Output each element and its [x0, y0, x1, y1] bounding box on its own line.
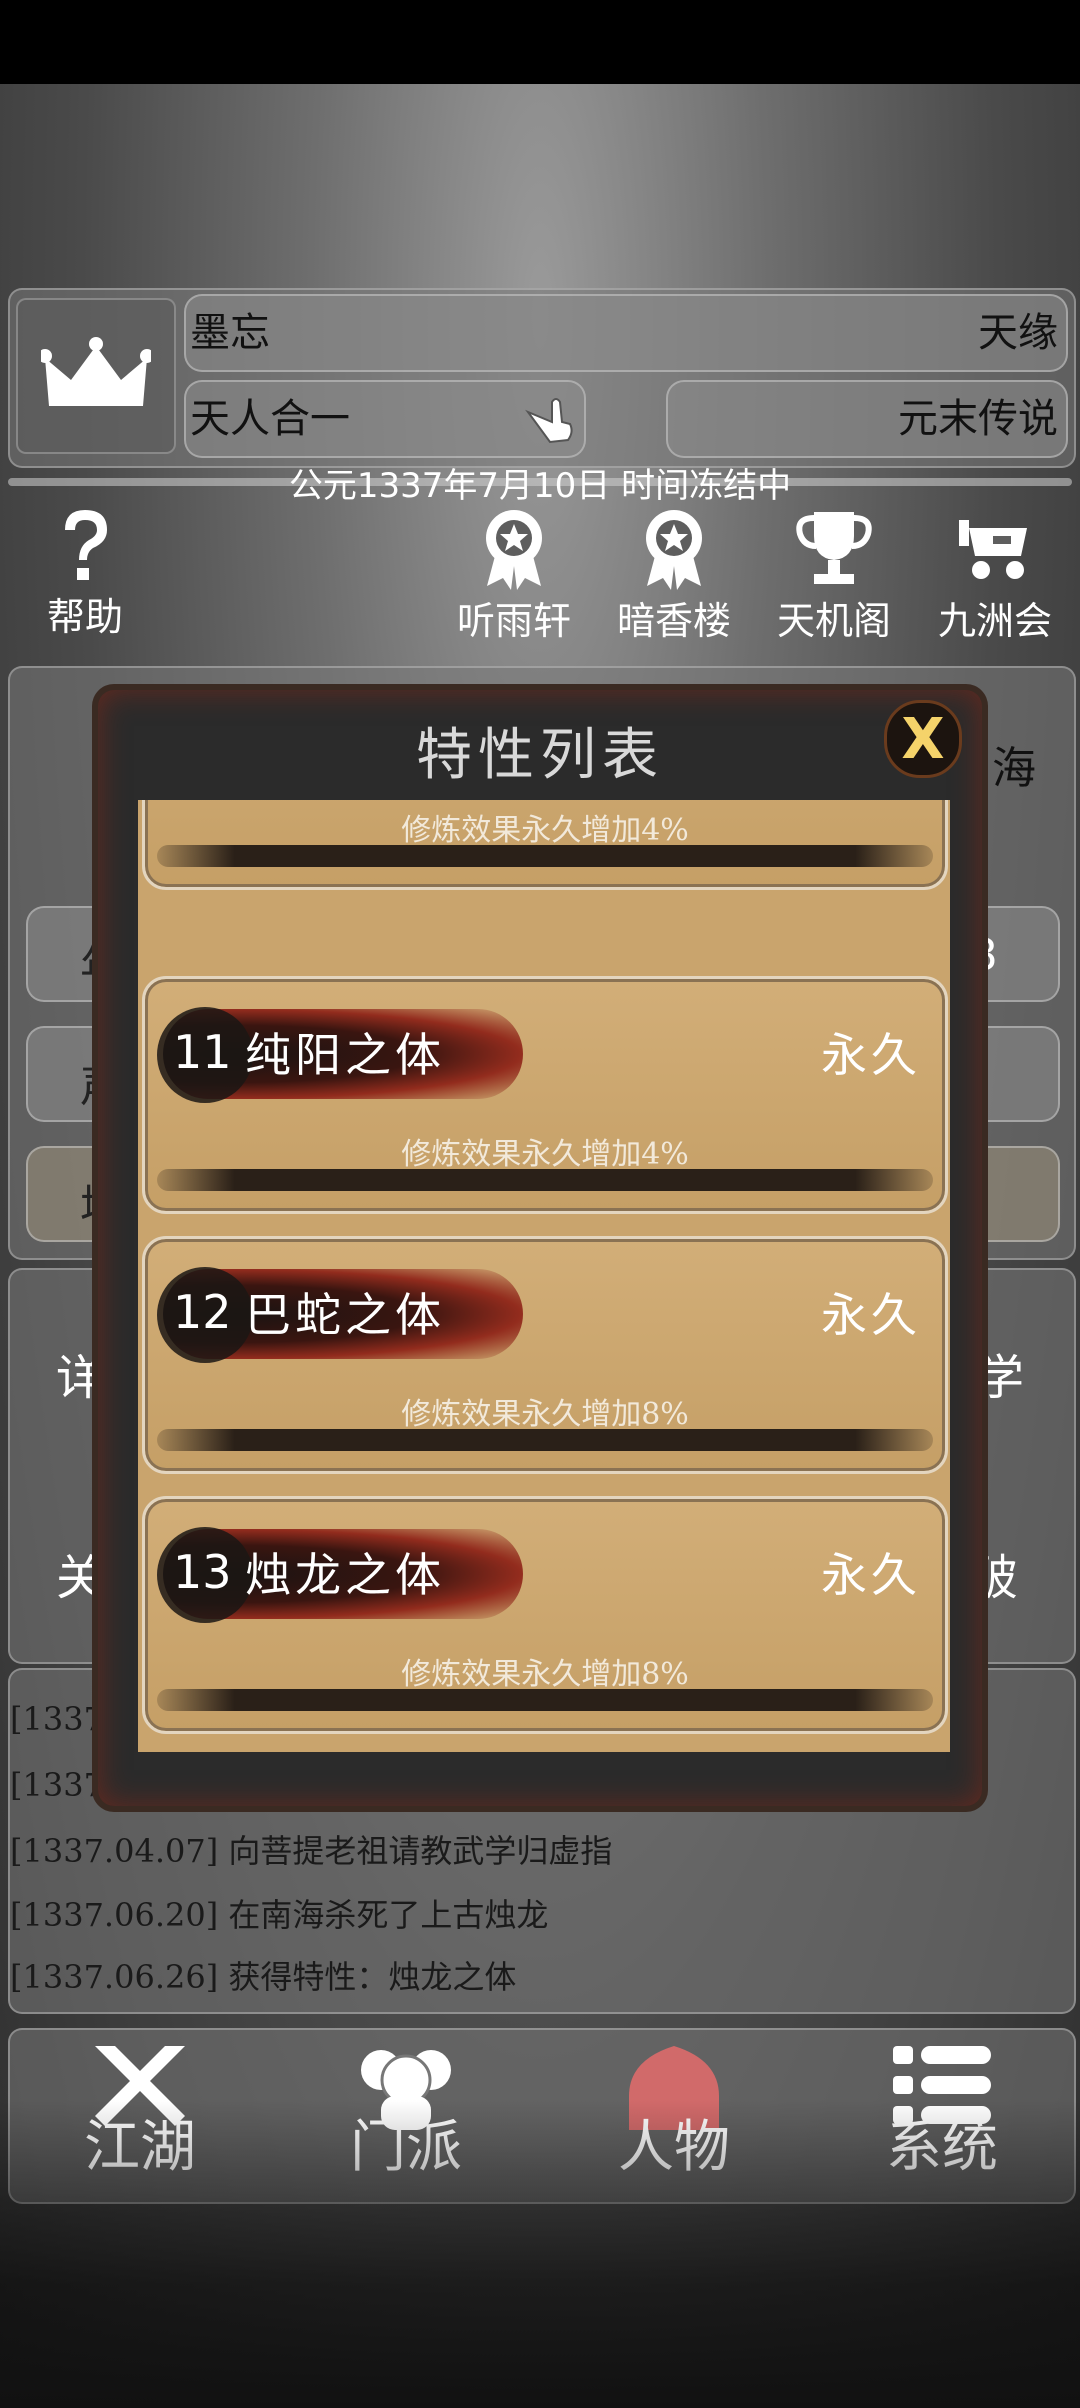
trait-duration: 永久 [821, 1288, 921, 1342]
tingyuxuan-label: 听雨轩 [456, 599, 571, 643]
log-line: [1337.06.26] 获得特性：烛龙之体 [10, 1958, 517, 1996]
brush-stroke [157, 1429, 933, 1451]
fate-label: 天缘 [978, 310, 1058, 356]
trait-number: 12 [173, 1285, 232, 1339]
jiuzhouhui-button[interactable]: 九洲会 [928, 506, 1062, 645]
trait-name: 烛龙之体 [245, 1548, 445, 1602]
anxianglou-button[interactable]: 暗香楼 [608, 506, 740, 645]
realm-label: 天人合一 [190, 396, 350, 442]
tingyuxuan-button[interactable]: 听雨轩 [448, 506, 580, 645]
trait-name: 纯阳之体 [245, 1028, 445, 1082]
help-label: 帮助 [46, 595, 123, 639]
help-button[interactable]: 帮助 [20, 506, 150, 641]
tianjige-label: 天机阁 [776, 599, 891, 643]
name-field: 墨忘 天缘 [184, 294, 1068, 372]
left-fragment-4: 详 [56, 1350, 105, 1406]
anxianglou-label: 暗香楼 [616, 599, 731, 643]
crown-button[interactable] [16, 298, 176, 454]
brush-stroke [157, 1689, 933, 1711]
trait-desc: 修炼效果永久增加8% [401, 1397, 689, 1432]
trait-desc: 修炼效果永久增加8% [401, 1657, 689, 1692]
badge-icon [486, 510, 542, 590]
trait-duration: 永久 [821, 1028, 921, 1082]
brush-stroke [157, 845, 933, 867]
brush-stroke [157, 1169, 933, 1191]
battle-scene-art [0, 2100, 1080, 2408]
trait-number: 11 [173, 1025, 232, 1079]
trait-duration: 永久 [821, 1548, 921, 1602]
tianjige-button[interactable]: 天机阁 [768, 506, 900, 645]
trait-name: 巴蛇之体 [245, 1288, 445, 1342]
pointing-hand-icon [525, 398, 573, 444]
trait-card[interactable]: 12 巴蛇之体 永久 修炼效果永久增加8% [142, 1236, 948, 1474]
badge-icon [646, 510, 702, 590]
jiuzhouhui-label: 九洲会 [937, 599, 1052, 643]
trait-number: 13 [173, 1545, 232, 1599]
era-label: 元末传说 [898, 396, 1058, 442]
trait-card-partial: 修炼效果永久增加4% [142, 800, 948, 890]
date-status: 公元1337年7月10日 时间冻结中 [288, 466, 792, 506]
trait-desc: 修炼效果永久增加4% [401, 813, 689, 848]
close-icon: X [901, 707, 945, 772]
realm-field[interactable]: 天人合一 [184, 380, 586, 458]
right-fragment-4: 学 [976, 1350, 1025, 1406]
trait-card[interactable]: 11 纯阳之体 永久 修炼效果永久增加4% [142, 976, 948, 1214]
trait-list[interactable]: 修炼效果永久增加4% 11 纯阳之体 永久 修炼效果永久增加4% 12 巴蛇之体… [138, 800, 950, 1752]
trait-desc: 修炼效果永久增加4% [401, 1137, 689, 1172]
question-icon [65, 510, 107, 580]
trait-card[interactable]: 13 烛龙之体 永久 修炼效果永久增加8% [142, 1496, 948, 1734]
player-name: 墨忘 [190, 310, 270, 356]
log-line: [1337.04.07] 向菩提老祖请教武学归虚指 [10, 1832, 613, 1870]
trophy-icon [796, 512, 872, 584]
era-field: 元末传说 [666, 380, 1068, 458]
log-line: [1337.06.20] 在南海杀死了上古烛龙 [10, 1896, 549, 1934]
cart-icon [959, 520, 1027, 579]
close-button[interactable]: X [884, 700, 962, 778]
left-fragment-5: 关 [56, 1550, 105, 1606]
crown-icon [41, 337, 151, 406]
